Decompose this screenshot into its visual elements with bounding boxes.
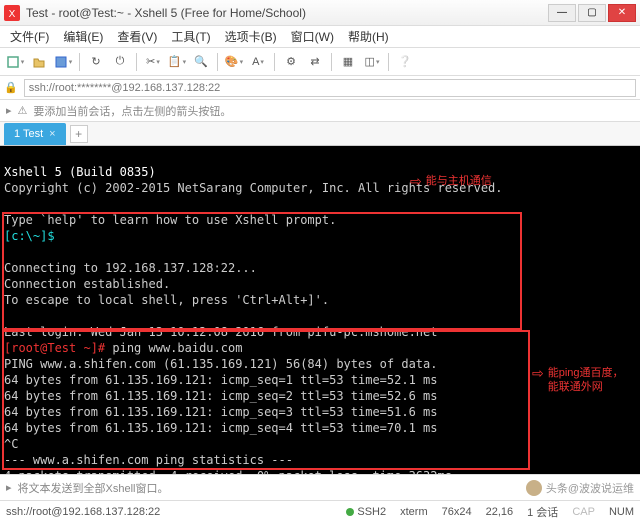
menu-help[interactable]: 帮助(H) [342, 26, 395, 47]
term-cmd: ping www.baidu.com [105, 341, 242, 355]
tunnel-button[interactable]: ⇄ [304, 51, 326, 73]
term-line: PING www.a.shifen.com (61.135.169.121) 5… [4, 357, 437, 371]
status-term: xterm [400, 506, 428, 518]
annotation-text: 能ping通百度， 能联通外网 [548, 366, 624, 394]
term-line: --- www.a.shifen.com ping statistics --- [4, 453, 293, 467]
color-button[interactable]: 🎨 [223, 51, 245, 73]
watermark: 头条@波波说运维 [526, 480, 634, 496]
compose-bar: ▸ 将文本发送到全部Xshell窗口。 头条@波波说运维 [0, 474, 640, 500]
menu-view[interactable]: 查看(V) [111, 26, 163, 47]
reconnect-button[interactable]: ↻ [85, 51, 107, 73]
watermark-text: 头条@波波说运维 [546, 480, 634, 496]
tab-bar: 1 Test × + [0, 122, 640, 146]
hint-text: 要添加当前会话，点击左侧的箭头按钮。 [33, 103, 231, 119]
help-button[interactable]: ❔ [394, 51, 416, 73]
app-icon: X [4, 5, 20, 21]
minimize-button[interactable]: — [548, 4, 576, 22]
annotation-1: ⇨ 能与主机通信 [410, 174, 492, 188]
term-line: Type `help' to learn how to use Xshell p… [4, 213, 336, 227]
font-button[interactable]: A [247, 51, 269, 73]
menu-tools[interactable]: 工具(T) [165, 26, 216, 47]
status-ssh: SSH2 [346, 506, 386, 518]
arrow-icon: ⇨ [410, 174, 422, 188]
term-line [55, 229, 62, 243]
term-line: 64 bytes from 61.135.169.121: icmp_seq=3… [4, 405, 437, 419]
term-line: Connecting to 192.168.137.128:22... [4, 261, 257, 275]
avatar-icon [526, 480, 542, 496]
term-prompt: [root@Test ~]# [4, 341, 105, 355]
svg-text:X: X [9, 9, 16, 20]
annotation-text: 能与主机通信 [426, 174, 492, 188]
add-tab-button[interactable]: + [70, 125, 88, 143]
status-bar: ssh://root@192.168.137.128:22 SSH2 xterm… [0, 500, 640, 522]
term-line: Last login: Wed Jan 13 10:12:08 2016 fro… [4, 325, 437, 339]
lock-icon: 🔒 [4, 81, 18, 94]
status-num: NUM [609, 506, 634, 518]
status-cap: CAP [572, 506, 595, 518]
toolbar: ↻ ⏻ ✂ 📋 🔍 🎨 A ⚙ ⇄ ▦ ◫ ❔ [0, 48, 640, 76]
menu-file[interactable]: 文件(F) [4, 26, 55, 47]
term-line: To escape to local shell, press 'Ctrl+Al… [4, 293, 329, 307]
close-button[interactable]: ✕ [608, 4, 636, 22]
window-title: Test - root@Test:~ - Xshell 5 (Free for … [26, 6, 546, 20]
search-button[interactable]: 🔍 [190, 51, 212, 73]
split-button[interactable]: ◫ [361, 51, 383, 73]
copy-button[interactable]: ✂ [142, 51, 164, 73]
term-line: 64 bytes from 61.135.169.121: icmp_seq=2… [4, 389, 437, 403]
compose-hint: 将文本发送到全部Xshell窗口。 [18, 480, 169, 496]
address-bar: 🔒 [0, 76, 640, 100]
tab-label: 1 Test [14, 128, 43, 140]
term-line: 64 bytes from 61.135.169.121: icmp_seq=1… [4, 373, 437, 387]
layout-button[interactable]: ▦ [337, 51, 359, 73]
status-cursor: 22,16 [486, 506, 514, 518]
term-prompt: [c:\~]$ [4, 229, 55, 243]
compose-toggle-icon[interactable]: ▸ [6, 481, 12, 494]
term-line: Connection established. [4, 277, 170, 291]
status-dot-icon [346, 508, 354, 516]
term-line: ^C [4, 437, 18, 451]
annotation-2: ⇨ 能ping通百度， 能联通外网 [532, 366, 624, 394]
new-session-button[interactable] [4, 51, 26, 73]
menu-edit[interactable]: 编辑(E) [57, 26, 109, 47]
menu-tabs[interactable]: 选项卡(B) [219, 26, 283, 47]
titlebar: X Test - root@Test:~ - Xshell 5 (Free fo… [0, 0, 640, 26]
term-line: Xshell 5 (Build 0835) [4, 165, 156, 179]
status-sessions: 1 会话 [527, 504, 558, 520]
term-line: 4 packets transmitted, 4 received, 0% pa… [4, 469, 452, 474]
status-connection: ssh://root@192.168.137.128:22 [6, 506, 160, 518]
hint-toggle-icon[interactable]: ▸ [6, 104, 12, 117]
properties-button[interactable]: ⚙ [280, 51, 302, 73]
terminal[interactable]: Xshell 5 (Build 0835) Copyright (c) 2002… [0, 146, 640, 474]
maximize-button[interactable]: ▢ [578, 4, 606, 22]
disconnect-button[interactable]: ⏻ [109, 51, 131, 73]
address-input[interactable] [24, 79, 636, 97]
warning-icon: ⚠ [18, 104, 28, 117]
open-button[interactable] [28, 51, 50, 73]
save-button[interactable] [52, 51, 74, 73]
tab-session-1[interactable]: 1 Test × [4, 123, 66, 145]
hint-bar: ▸ ⚠ 要添加当前会话，点击左侧的箭头按钮。 [0, 100, 640, 122]
term-line: 64 bytes from 61.135.169.121: icmp_seq=4… [4, 421, 437, 435]
tab-close-icon[interactable]: × [49, 128, 55, 140]
arrow-icon: ⇨ [532, 366, 544, 380]
paste-button[interactable]: 📋 [166, 51, 188, 73]
menu-window[interactable]: 窗口(W) [285, 26, 340, 47]
status-size: 76x24 [442, 506, 472, 518]
menubar: 文件(F) 编辑(E) 查看(V) 工具(T) 选项卡(B) 窗口(W) 帮助(… [0, 26, 640, 48]
